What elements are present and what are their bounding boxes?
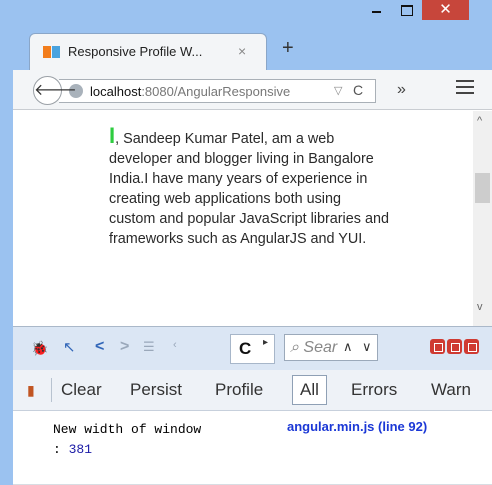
tab-menu-arrow-icon[interactable]: ▸	[263, 337, 268, 348]
profile-button[interactable]: Profile	[215, 380, 263, 400]
tab-console[interactable]: C	[230, 334, 275, 364]
firebug-toolbar: 🐞 ↖ < > ☰ ‹ C ▸ ⌕ Sear ∧ ∨	[13, 326, 492, 370]
filter-errors-button[interactable]: Errors	[351, 380, 397, 400]
log-separator: :	[53, 442, 61, 457]
console-tab-label: C	[239, 339, 252, 358]
overflow-chevron-icon[interactable]: »	[397, 81, 406, 99]
panel-minimize-button[interactable]	[430, 339, 445, 354]
url-host: localhost	[90, 84, 142, 99]
back-arrow-icon: 🡐	[34, 82, 77, 99]
filter-warnings-button[interactable]: Warn	[431, 380, 471, 400]
url-text: localhost:8080/AngularResponsive	[90, 84, 320, 99]
clear-console-icon[interactable]: ▮	[27, 382, 35, 399]
divider	[51, 378, 52, 402]
log-entry: New width of window : 381	[53, 420, 201, 460]
filter-all-button[interactable]: All	[292, 375, 327, 405]
scrollbar-thumb[interactable]	[475, 173, 490, 203]
search-box[interactable]: ⌕ Sear ∧ ∨	[284, 334, 378, 361]
maximize-button[interactable]	[392, 0, 420, 20]
minimize-button[interactable]	[362, 0, 390, 20]
forward-nav-icon[interactable]: >	[120, 338, 129, 356]
firebug-icon	[43, 44, 61, 60]
panel-close-button[interactable]	[464, 339, 479, 354]
tab-close-icon[interactable]: ×	[238, 43, 246, 59]
page-content: I, Sandeep Kumar Patel, am a web develop…	[13, 111, 492, 326]
inspect-icon[interactable]: ↖	[63, 338, 76, 356]
history-dropdown-icon[interactable]: ▽	[334, 84, 342, 97]
log-value: 381	[68, 442, 93, 457]
log-source-link[interactable]: angular.min.js (line 92)	[287, 419, 427, 434]
panel-detach-button[interactable]	[447, 339, 462, 354]
search-prev-icon[interactable]: ∧	[343, 339, 353, 355]
page-scrollbar[interactable]: ^ v	[473, 111, 492, 326]
back-button[interactable]: 🡐	[33, 76, 77, 105]
new-tab-button[interactable]: +	[282, 37, 294, 60]
back-nav-icon[interactable]: <	[95, 338, 104, 356]
close-window-button[interactable]: ✕	[422, 0, 469, 20]
log-message: New width of window	[53, 422, 202, 437]
list-icon[interactable]: ☰	[143, 339, 155, 355]
address-bar[interactable]: localhost:8080/AngularResponsive ▽ C	[59, 79, 376, 103]
title-bar: ✕ Responsive Profile W... × +	[0, 0, 492, 76]
firebug-bug-icon[interactable]: 🐞	[31, 340, 48, 357]
bio-text: , Sandeep Kumar Patel, am a web develope…	[109, 131, 389, 247]
scroll-up-icon[interactable]: ^	[477, 115, 482, 127]
search-next-icon[interactable]: ∨	[362, 339, 372, 355]
browser-window: ✕ Responsive Profile W... × + localhost:…	[0, 0, 492, 485]
tab-scroll-left-icon[interactable]: ‹	[173, 339, 177, 351]
url-path: :8080/AngularResponsive	[141, 84, 291, 99]
persist-button[interactable]: Persist	[130, 380, 182, 400]
console-filter-bar: ▮ Clear Persist Profile All Errors Warn	[13, 370, 492, 411]
tab-title: Responsive Profile W...	[68, 44, 203, 59]
scroll-down-icon[interactable]: v	[477, 301, 483, 313]
search-input[interactable]: ⌕ Sear	[290, 339, 340, 357]
reload-icon[interactable]: C	[353, 82, 363, 98]
console-output: New width of window : 381 angular.min.js…	[13, 411, 492, 485]
navigation-bar: localhost:8080/AngularResponsive ▽ C 🡐 »	[13, 70, 492, 110]
profile-bio: I, Sandeep Kumar Patel, am a web develop…	[109, 125, 391, 249]
menu-hamburger-icon[interactable]	[456, 80, 474, 96]
clear-button[interactable]: Clear	[61, 380, 102, 400]
browser-tab[interactable]: Responsive Profile W... ×	[29, 33, 267, 70]
